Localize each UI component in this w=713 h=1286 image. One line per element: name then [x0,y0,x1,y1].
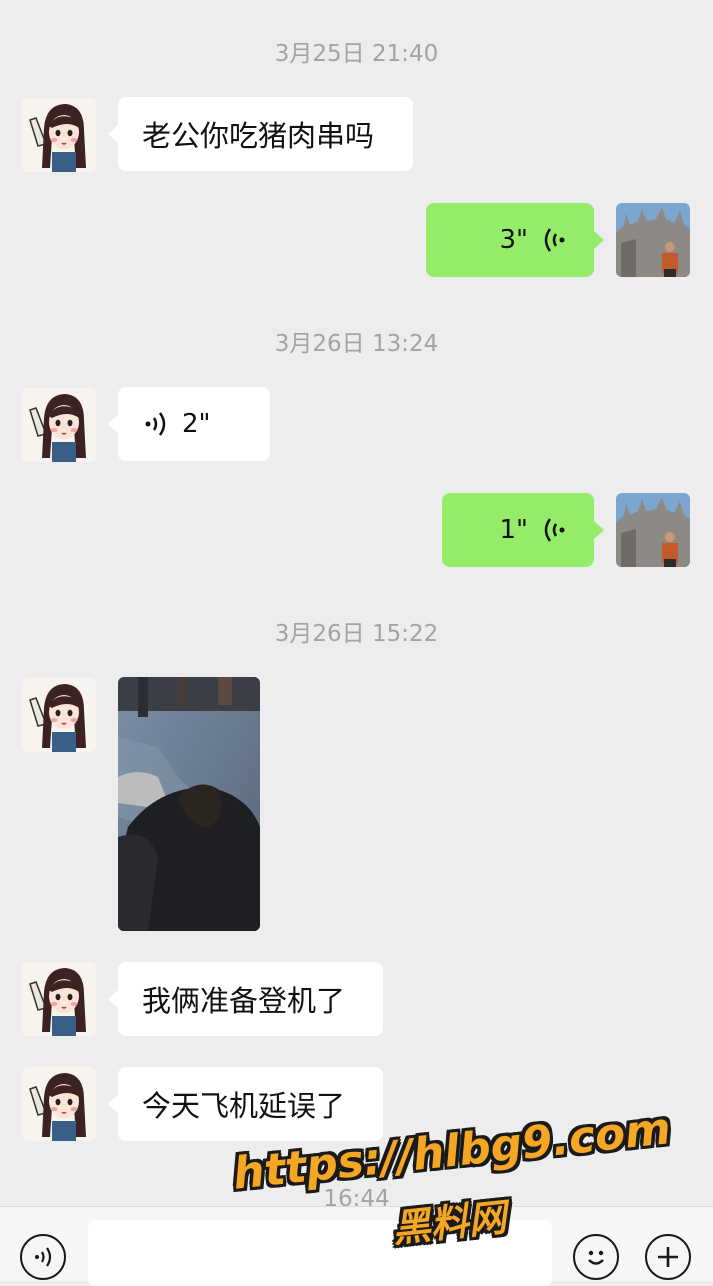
plus-icon [658,1247,678,1267]
video-frame-image [118,677,260,931]
message-text: 我俩准备登机了 [142,984,346,1018]
girl-avatar-icon [22,98,96,172]
voice-wave-icon [145,412,166,436]
timestamp: 3月26日 13:24 [274,331,439,357]
more-options-button[interactable] [645,1234,691,1280]
voice-message-sent[interactable]: 3" [426,203,604,277]
voice-wave-icon [544,518,565,542]
contact-avatar[interactable] [22,98,96,172]
photo-avatar-icon [616,203,690,277]
message-bubble-received[interactable]: 老公你吃猪肉串吗 [108,97,413,171]
girl-avatar-icon [22,1067,96,1141]
voice-icon [35,1247,52,1267]
girl-avatar-icon [22,678,96,752]
timestamp: 3月26日 15:22 [274,621,439,647]
message-text: 老公你吃猪肉串吗 [142,119,375,153]
photo-avatar-icon [616,493,690,567]
contact-avatar[interactable] [22,962,96,1036]
voice-message-sent[interactable]: 1" [442,493,604,567]
message-input[interactable] [88,1220,552,1286]
message-bubble-received[interactable]: 我俩准备登机了 [108,962,383,1036]
contact-avatar[interactable] [22,1067,96,1141]
voice-duration: 3" [499,225,528,255]
timestamp: 3月25日 21:40 [274,41,439,67]
voice-duration: 1" [499,515,528,545]
voice-input-button[interactable] [20,1234,66,1280]
emoji-button[interactable] [573,1234,619,1280]
my-avatar[interactable] [616,493,690,567]
my-avatar[interactable] [616,203,690,277]
girl-avatar-icon [22,962,96,1036]
message-bubble-received[interactable]: 今天飞机延误了 [108,1067,383,1141]
video-message-thumbnail[interactable] [118,677,260,931]
input-toolbar [0,1206,713,1286]
contact-avatar[interactable] [22,388,96,462]
emoji-icon [588,1250,604,1265]
girl-avatar-icon [22,388,96,462]
message-text: 今天飞机延误了 [142,1089,346,1123]
contact-avatar[interactable] [22,678,96,752]
voice-wave-icon [544,228,565,252]
voice-message-received[interactable]: 2" [108,387,270,461]
voice-duration: 2" [182,409,211,439]
